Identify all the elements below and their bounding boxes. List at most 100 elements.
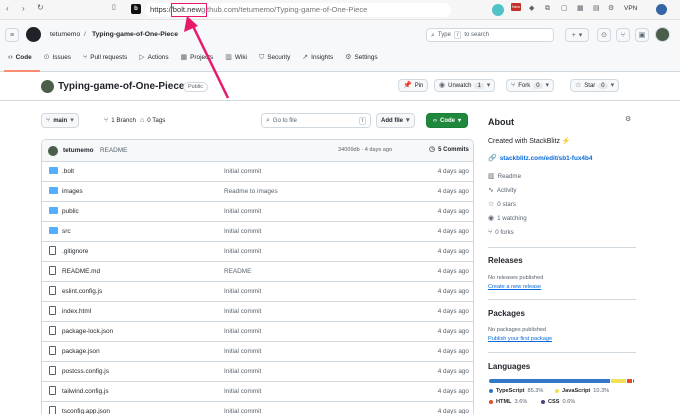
table-row[interactable]: src Initial commit 4 days ago [41, 221, 474, 241]
collection-icon[interactable]: ▤ [593, 5, 600, 12]
pull-requests-shortcut-button[interactable]: ⑂ [616, 28, 630, 42]
grid-extension-icon[interactable]: ▦ [577, 5, 584, 12]
file-name[interactable]: src [62, 228, 71, 235]
file-name[interactable]: eslint.config.js [62, 288, 102, 295]
releases-title[interactable]: Releases [488, 256, 523, 265]
file-name[interactable]: .gitignore [62, 248, 88, 255]
readme-link[interactable]: ▥ Readme [488, 173, 521, 180]
tab-security[interactable]: ⛉ Security [259, 54, 290, 61]
github-logo-icon[interactable] [26, 27, 41, 42]
about-link[interactable]: 🔗 stackblitz.com/edit/sb1-fux4b4 [488, 155, 592, 162]
activity-link[interactable]: ∿ Activity [488, 187, 516, 194]
file-commit-message[interactable]: README [224, 268, 251, 275]
file-name[interactable]: images [62, 188, 83, 195]
bookmark-icon[interactable]: ▯ [112, 4, 116, 11]
repo-title[interactable]: Typing-game-of-One-Piece [58, 81, 185, 92]
goto-file-input[interactable]: ⌕ Go to file t [261, 113, 371, 128]
tab-insights[interactable]: ↗ Insights [302, 54, 333, 61]
about-link-text[interactable]: stackblitz.com/edit/sb1-fux4b4 [500, 155, 593, 162]
create-new-button[interactable]: + ▾ [565, 28, 589, 42]
file-name[interactable]: index.html [62, 308, 91, 315]
publish-package-link[interactable]: Publish your first package [488, 336, 552, 342]
breadcrumb-owner[interactable]: tetumemo [50, 31, 80, 38]
table-row[interactable]: public Initial commit 4 days ago [41, 201, 474, 221]
file-commit-message[interactable]: Readme to images [224, 188, 278, 195]
reload-icon[interactable]: ↻ [37, 4, 44, 12]
tab-settings[interactable]: ⚙ Settings [345, 54, 377, 61]
table-row[interactable]: tailwind.config.js Initial commit 4 days a… [41, 381, 474, 401]
watching-link[interactable]: ◉ 1 watching [488, 215, 527, 222]
file-name[interactable]: tsconfig.app.json [62, 408, 110, 414]
fox-extension-icon[interactable]: ◆ [529, 5, 534, 12]
file-commit-message[interactable]: Initial commit [224, 288, 261, 295]
packages-title[interactable]: Packages [488, 309, 525, 318]
file-commit-message[interactable]: Initial commit [224, 368, 261, 375]
branch-selector[interactable]: ⑂ main ▾ [41, 113, 79, 128]
vpn-button[interactable]: VPN [624, 5, 637, 12]
settings-icon[interactable]: ⚙ [608, 5, 614, 12]
tab-code[interactable]: ‹› Code [8, 54, 32, 61]
stars-link[interactable]: ☆ 0 stars [488, 201, 516, 208]
commit-message[interactable]: README [100, 147, 127, 154]
branches-link[interactable]: ⑂ 1 Branch [104, 117, 136, 124]
profile-avatar[interactable] [656, 4, 667, 15]
tags-link[interactable]: ⌂ 0 Tags [140, 117, 165, 124]
file-name[interactable]: package-lock.json [62, 328, 113, 335]
inbox-button[interactable]: ▣ [635, 28, 649, 42]
table-row[interactable]: index.html Initial commit 4 days ago [41, 301, 474, 321]
table-row[interactable]: README.md README 4 days ago [41, 261, 474, 281]
commit-hash-time[interactable]: 34009db · 4 days ago [338, 147, 392, 153]
table-row[interactable]: tsconfig.app.json Initial commit 4 days ag… [41, 401, 474, 414]
extension-icon[interactable] [492, 4, 504, 16]
breadcrumb-repo[interactable]: Typing-game-of-One-Piece [92, 31, 178, 38]
file-name[interactable]: README.md [62, 268, 100, 275]
back-icon[interactable]: ‹ [6, 5, 9, 13]
table-row[interactable]: package.json Initial commit 4 days ago [41, 341, 474, 361]
file-name[interactable]: public [62, 208, 79, 215]
commit-author[interactable]: tetumemo [63, 147, 94, 154]
create-release-link[interactable]: Create a new release [488, 284, 541, 290]
add-file-button[interactable]: Add file ▾ [376, 113, 415, 128]
code-button[interactable]: ‹› Code ▾ [426, 113, 469, 128]
file-commit-message[interactable]: Initial commit [224, 168, 261, 175]
menu-button[interactable]: ≡ [5, 28, 19, 42]
commits-link[interactable]: ◷ 5 Commits [429, 146, 469, 153]
table-row[interactable]: package-lock.json Initial commit 4 days ag… [41, 321, 474, 341]
issues-shortcut-button[interactable]: ⊙ [597, 28, 611, 42]
file-commit-message[interactable]: Initial commit [224, 328, 261, 335]
file-commit-message[interactable]: Initial commit [224, 408, 261, 414]
forward-icon[interactable]: › [22, 5, 25, 13]
puzzle-extension-icon[interactable]: ⧉ [545, 5, 550, 12]
user-avatar[interactable] [655, 27, 670, 42]
search-input[interactable]: ⌕ Type / to search [426, 28, 554, 42]
language-item[interactable]: HTML 3.6% [489, 399, 527, 405]
file-name[interactable]: package.json [62, 348, 100, 355]
tab-pull-requests[interactable]: ⑂ Pull requests [83, 54, 127, 61]
star-button[interactable]: ☆ Star 0 ▾ [570, 79, 620, 92]
table-row[interactable]: eslint.config.js Initial commit 4 days ago [41, 281, 474, 301]
unwatch-button[interactable]: ◉ Unwatch 1 ▾ [434, 79, 496, 92]
language-item[interactable]: JavaScript 10.3% [555, 388, 609, 394]
table-row[interactable]: .bolt Initial commit 4 days ago [41, 161, 474, 181]
file-commit-message[interactable]: Initial commit [224, 348, 261, 355]
file-name[interactable]: tailwind.config.js [62, 388, 109, 395]
tab-issues[interactable]: ⊙ Issues [44, 54, 71, 61]
file-name[interactable]: .bolt [62, 168, 74, 175]
file-commit-message[interactable]: Initial commit [224, 388, 261, 395]
language-item[interactable]: TypeScript 85.3% [489, 388, 543, 394]
file-commit-message[interactable]: Initial commit [224, 308, 261, 315]
file-commit-message[interactable]: Initial commit [224, 228, 261, 235]
file-commit-message[interactable]: Initial commit [224, 248, 261, 255]
note-extension-icon[interactable]: ▢ [561, 5, 568, 12]
table-row[interactable]: postcss.config.js Initial commit 4 days ag… [41, 361, 474, 381]
file-name[interactable]: postcss.config.js [62, 368, 109, 375]
pin-button[interactable]: 📌 Pin [398, 79, 429, 92]
tab-actions[interactable]: ▷ Actions [139, 54, 168, 61]
file-commit-message[interactable]: Initial commit [224, 208, 261, 215]
language-item[interactable]: CSS 0.6% [541, 399, 575, 405]
fork-button[interactable]: ⑂ Fork 0 ▾ [506, 79, 555, 92]
gear-icon[interactable]: ⚙ [625, 116, 631, 123]
forks-link[interactable]: ⑂ 0 forks [488, 229, 514, 236]
table-row[interactable]: .gitignore Initial commit 4 days ago [41, 241, 474, 261]
table-row[interactable]: images Readme to images 4 days ago [41, 181, 474, 201]
